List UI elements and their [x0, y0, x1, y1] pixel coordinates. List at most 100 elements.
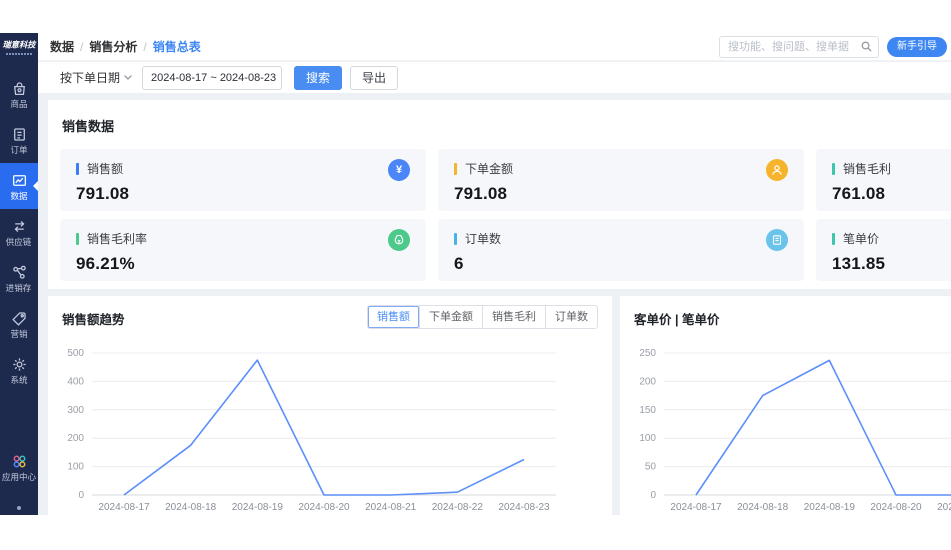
global-search — [719, 36, 879, 58]
svg-text:400: 400 — [67, 376, 84, 387]
global-search-input[interactable] — [719, 36, 879, 58]
unit-price-line-chart: 0 50 100 150 200 250 2024-08-17 2024-08-18 2024-… — [639, 348, 951, 513]
svg-text:200: 200 — [67, 433, 84, 444]
date-type-label: 按下单日期 — [60, 71, 121, 85]
stat-card-sales-amount: 销售额 791.08 ¥ — [60, 149, 426, 211]
svg-text:2024-08-20: 2024-08-20 — [298, 502, 350, 513]
stat-label: 下单金额 — [465, 162, 514, 176]
sidebar-item-label: 应用中心 — [1, 471, 37, 482]
sidebar-item-goods[interactable]: 商品 — [0, 71, 38, 117]
date-type-select[interactable]: 按下单日期 — [60, 69, 132, 86]
stat-value: 131.85 — [832, 254, 886, 273]
filter-bar: 按下单日期 2024-08-17 ~ 2024-08-23 搜索 导出 — [38, 62, 951, 93]
tab-sales-amount[interactable]: 销售额 — [368, 306, 419, 328]
sidebar-item-supply-chain[interactable]: 供应链 — [0, 209, 38, 255]
svg-text:200: 200 — [639, 376, 656, 387]
unit-price-chart-card: 客单价 | 笔单价 0 50 100 150 200 250 2024-08-17 2024-… — [620, 296, 951, 515]
svg-text:2024-08-19: 2024-08-19 — [804, 502, 856, 513]
accent-bar — [76, 232, 79, 245]
svg-text:0: 0 — [78, 490, 84, 501]
stat-label: 销售额 — [87, 162, 124, 176]
search-button[interactable]: 搜索 — [294, 65, 343, 90]
accent-bar — [454, 162, 457, 175]
svg-text:2024-08-18: 2024-08-18 — [737, 502, 789, 513]
tab-gross-profit[interactable]: 销售毛利 — [482, 306, 545, 328]
stat-label: 笔单价 — [843, 232, 880, 246]
svg-text:150: 150 — [639, 405, 656, 416]
export-button[interactable]: 导出 — [350, 65, 399, 90]
accent-bar — [832, 162, 835, 175]
search-icon[interactable] — [860, 40, 873, 53]
stat-value: 96.21% — [76, 254, 135, 273]
svg-text:2024-08-22: 2024-08-22 — [432, 502, 484, 513]
stat-label: 订单数 — [465, 232, 502, 246]
chevron-down-icon — [124, 75, 132, 80]
sidebar-item-label: 商品 — [10, 98, 28, 109]
sidebar-item-app-center[interactable]: 应用中心 — [0, 444, 38, 490]
svg-text:2024-08-18: 2024-08-18 — [165, 502, 217, 513]
sidebar-item-system[interactable]: 系统 — [0, 347, 38, 393]
brand-logo[interactable]: 瑞意科技 — [0, 33, 38, 59]
svg-text:2024-08-17: 2024-08-17 — [98, 502, 150, 513]
sidebar-item-marketing[interactable]: 营销 — [0, 301, 38, 347]
stat-cards-row-1: 销售额 791.08 ¥ 下单金额 791.08 销售毛利 761.08 — [60, 149, 951, 211]
svg-text:100: 100 — [67, 462, 84, 473]
sales-data-panel: 销售数据 销售额 791.08 ¥ 下单金额 791.08 销售毛利 761.0… — [48, 100, 951, 289]
stat-card-gross-profit: 销售毛利 761.08 — [816, 149, 951, 211]
breadcrumb-separator: / — [80, 39, 84, 54]
order-icon — [13, 127, 25, 141]
supply-chain-icon — [14, 220, 24, 232]
svg-text:300: 300 — [67, 405, 84, 416]
stat-value: 761.08 — [832, 184, 886, 203]
sidebar-item-label: 系统 — [10, 374, 28, 385]
breadcrumb-separator: / — [143, 39, 147, 54]
svg-text:2024-08-20: 2024-08-20 — [870, 502, 922, 513]
svg-text:250: 250 — [639, 348, 656, 359]
stat-cards-row-2: 销售毛利率 96.21% 订单数 6 笔单价 131.85 — [60, 219, 951, 281]
brand-name: 瑞意科技 — [2, 39, 36, 50]
bag-icon — [13, 81, 25, 95]
svg-text:0: 0 — [650, 490, 656, 501]
sidebar: 瑞意科技 商品 订单 数据 供应链 进销存 营销 系统 应用中心 — [0, 33, 38, 515]
stat-label: 销售毛利率 — [87, 232, 148, 246]
breadcrumb-data[interactable]: 数据 — [50, 38, 74, 55]
app-window: 瑞意科技 商品 订单 数据 供应链 进销存 营销 系统 应用中心 数据 / 销售… — [0, 0, 951, 550]
tab-order-count[interactable]: 订单数 — [545, 306, 597, 328]
sidebar-nav: 商品 订单 数据 供应链 进销存 营销 系统 — [0, 59, 38, 393]
stat-card-avg-order-value: 笔单价 131.85 — [816, 219, 951, 281]
sidebar-item-label: 数据 — [10, 190, 28, 201]
sales-trend-chart-card: 销售额趋势 销售额 下单金额 销售毛利 订单数 0 100 200 300 400 500… — [48, 296, 612, 515]
tab-order-amount[interactable]: 下单金额 — [419, 306, 482, 328]
moneybag-icon — [388, 229, 410, 251]
svg-text:500: 500 — [67, 348, 84, 359]
sidebar-item-label: 进销存 — [6, 282, 32, 293]
breadcrumb-current: 销售总表 — [152, 40, 201, 54]
stat-card-order-count: 订单数 6 — [438, 219, 804, 281]
svg-text:2024-08-17: 2024-08-17 — [670, 502, 722, 513]
brand-subtitle — [6, 52, 32, 55]
svg-text:2024-08-19: 2024-08-19 — [232, 502, 284, 513]
app-center-icon — [13, 455, 25, 467]
sidebar-item-data[interactable]: 数据 — [0, 163, 38, 209]
stat-value: 791.08 — [454, 184, 508, 203]
metric-tab-group: 销售额 下单金额 销售毛利 订单数 — [367, 305, 598, 329]
user-icon — [766, 159, 788, 181]
sidebar-item-orders[interactable]: 订单 — [0, 117, 38, 163]
sales-trend-line-chart: 0 100 200 300 400 500 2024-08-17 2024-08-18 2024… — [67, 348, 556, 513]
sidebar-scroll-dot — [17, 506, 21, 510]
inventory-icon — [12, 265, 26, 279]
accent-bar — [76, 162, 79, 175]
sidebar-item-inventory[interactable]: 进销存 — [0, 255, 38, 301]
stat-value: 791.08 — [76, 184, 130, 203]
svg-text:2024-08-23: 2024-08-23 — [498, 502, 550, 513]
accent-bar — [454, 232, 457, 245]
panel-title: 销售数据 — [62, 119, 115, 134]
accent-bar — [832, 232, 835, 245]
date-range-input[interactable]: 2024-08-17 ~ 2024-08-23 — [142, 65, 283, 90]
data-chart-icon — [12, 174, 26, 186]
stat-label: 销售毛利 — [843, 162, 892, 176]
main-content: 数据 / 销售分析 / 销售总表 新手引导 按下单日期 — [38, 33, 951, 515]
svg-text:100: 100 — [639, 433, 656, 444]
breadcrumb-sales-analysis[interactable]: 销售分析 — [89, 38, 137, 55]
newbie-guide-button[interactable]: 新手引导 — [887, 37, 947, 57]
